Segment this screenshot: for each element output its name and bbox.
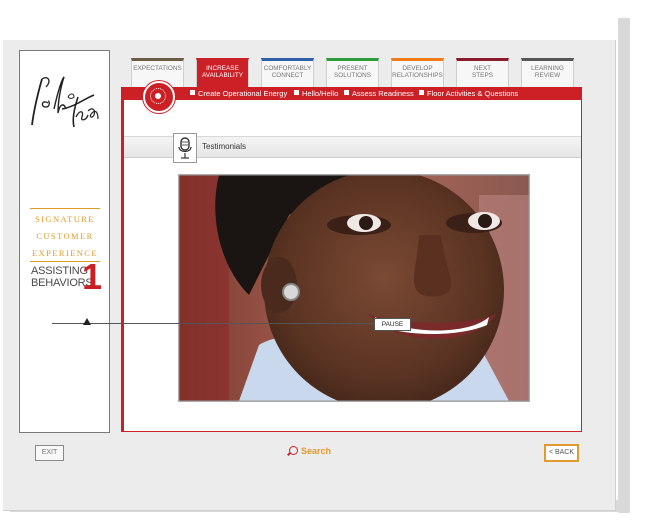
tab-comfortably-connect[interactable]: COMFORTABLY CONNECT bbox=[261, 58, 314, 88]
subnav-bar: Create Operational Energy Hello/Hello As… bbox=[122, 88, 581, 100]
tab-label: COMFORTABLY bbox=[263, 65, 312, 72]
module-number: 1 bbox=[82, 256, 103, 297]
tab-develop-relationships[interactable]: DEVELOP RELATIONSHIPS bbox=[391, 58, 444, 88]
signature-rule-top bbox=[30, 208, 100, 209]
checkbox-icon bbox=[419, 90, 424, 95]
checkbox-icon bbox=[190, 90, 195, 95]
tab-label-2: SOLUTIONS bbox=[334, 72, 371, 80]
module-medallion-icon bbox=[143, 81, 175, 113]
search-label: Search bbox=[301, 446, 332, 456]
tab-label: PRESENT bbox=[337, 65, 368, 72]
subnav-label: Create Operational Energy bbox=[198, 89, 288, 98]
tab-label-2: STEPS bbox=[472, 72, 493, 80]
tab-label-2: CONNECT bbox=[271, 72, 304, 80]
back-button[interactable]: < BACK bbox=[544, 444, 579, 462]
testimonial-video-image bbox=[179, 175, 529, 401]
tab-label: INCREASE bbox=[206, 65, 239, 72]
subnav-label: Floor Activities & Questions bbox=[427, 89, 519, 98]
pause-button[interactable]: PAUSE bbox=[374, 318, 411, 331]
frame-shadow-right bbox=[618, 18, 630, 513]
video-frame[interactable] bbox=[178, 174, 530, 402]
section-title: Testimonials bbox=[202, 142, 247, 151]
section-header: Testimonials bbox=[124, 133, 581, 163]
tab-present-solutions[interactable]: PRESENT SOLUTIONS bbox=[326, 58, 379, 88]
subnav-assess-readiness[interactable]: Assess Readiness bbox=[344, 89, 414, 99]
exit-button[interactable]: EXIT bbox=[35, 445, 64, 461]
video-progress-track[interactable] bbox=[52, 323, 374, 324]
content-panel: Create Operational Energy Hello/Hello As… bbox=[121, 81, 582, 432]
tab-learning-review[interactable]: LEARNING REVIEW bbox=[521, 58, 574, 88]
search-link[interactable]: Search bbox=[289, 446, 331, 456]
tab-label-2: AVAILABILITY bbox=[202, 72, 243, 80]
tab-label-2: REVIEW bbox=[534, 72, 561, 80]
tab-label: EXPECTATIONS bbox=[133, 65, 182, 72]
search-icon bbox=[289, 446, 298, 455]
sidebar: SIGNATURE CUSTOMER EXPERIENCE ASSISTING … bbox=[19, 50, 110, 433]
microphone-icon bbox=[173, 133, 197, 163]
tab-label-2: RELATIONSHIPS bbox=[392, 72, 443, 80]
checkbox-icon bbox=[294, 90, 299, 95]
subnav-label: Assess Readiness bbox=[352, 89, 414, 98]
signature-line: SIGNATURE bbox=[35, 214, 95, 224]
lord-and-taylor-logo bbox=[31, 76, 99, 128]
checkbox-icon bbox=[344, 90, 349, 95]
subnav-hello-hello[interactable]: Hello/Hello bbox=[294, 89, 338, 99]
subnav-label: Hello/Hello bbox=[302, 89, 339, 98]
tab-label: NEXT bbox=[473, 65, 492, 72]
video-progress-handle[interactable] bbox=[83, 318, 92, 325]
tab-increase-availability[interactable]: INCREASE AVAILABILITY bbox=[196, 58, 249, 88]
tab-label: DEVELOP bbox=[402, 65, 433, 72]
customer-line: CUSTOMER bbox=[36, 231, 94, 241]
tab-label: LEARNING bbox=[531, 65, 564, 72]
subnav-floor-activities[interactable]: Floor Activities & Questions bbox=[419, 89, 518, 99]
subnav-create-operational-energy[interactable]: Create Operational Energy bbox=[190, 89, 287, 99]
tab-next-steps[interactable]: NEXT STEPS bbox=[456, 58, 509, 88]
